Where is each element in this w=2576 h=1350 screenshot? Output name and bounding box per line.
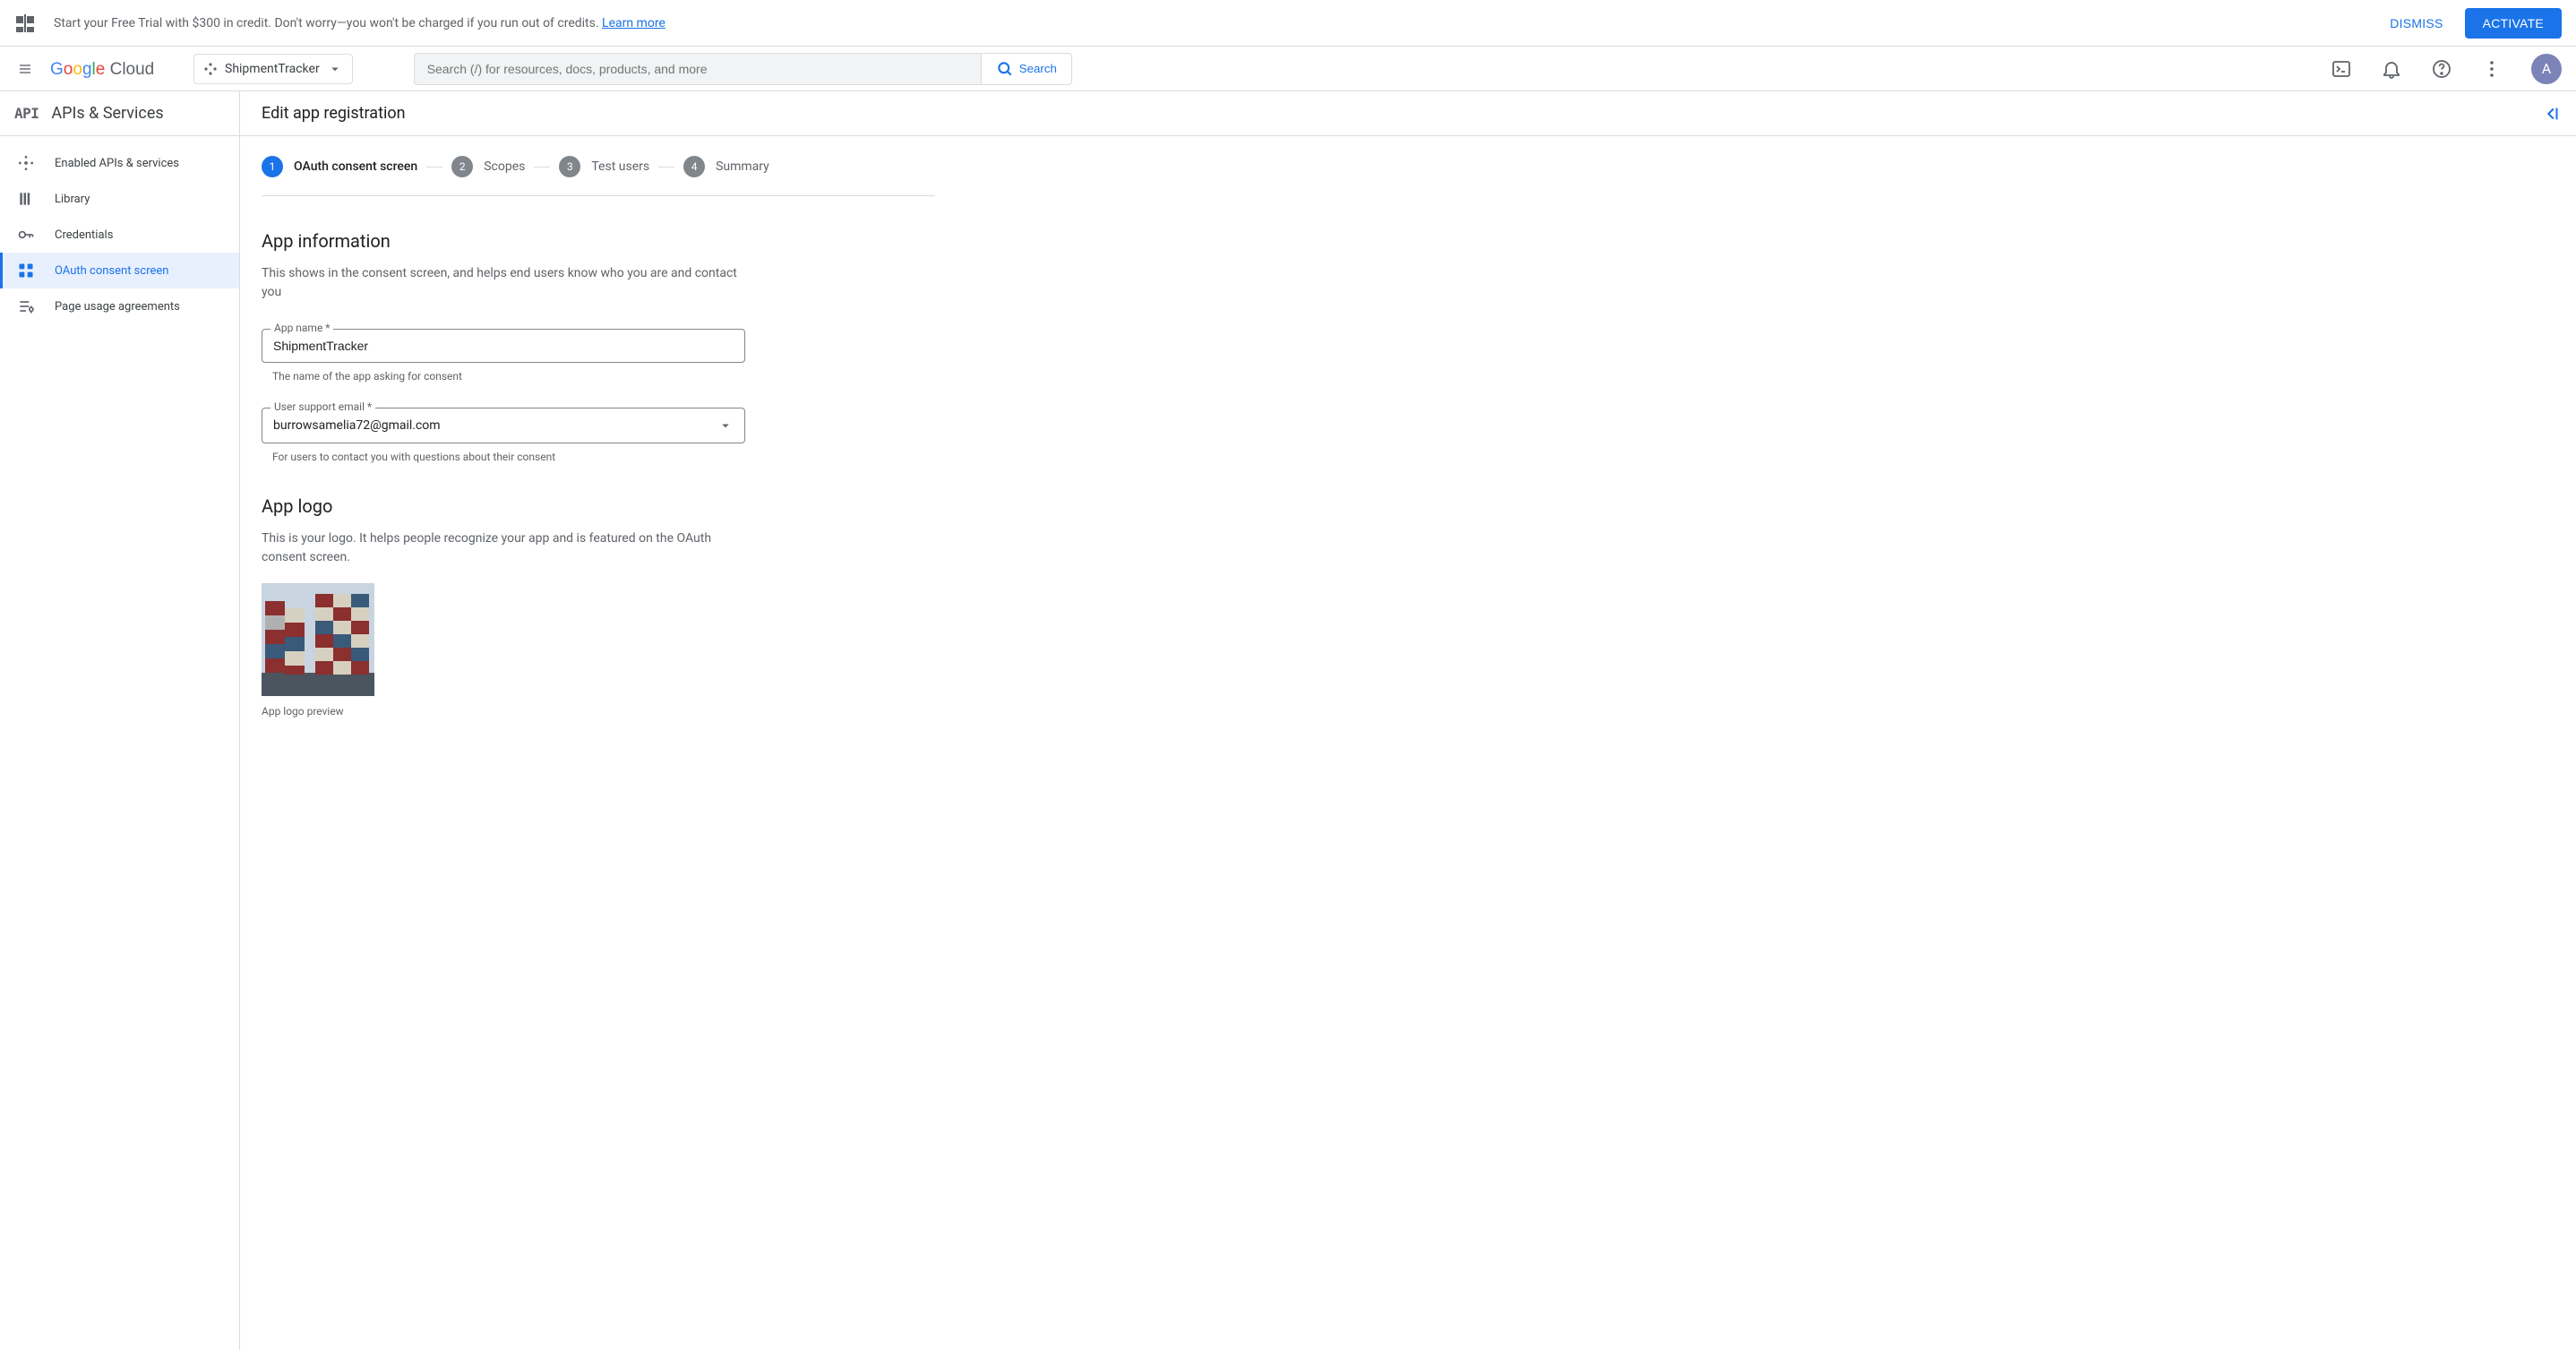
support-email-select[interactable]: burrowsamelia72@gmail.com — [262, 408, 745, 443]
app-information-section: App information This shows in the consen… — [262, 196, 935, 463]
sidebar-item-credentials[interactable]: Credentials — [0, 217, 239, 253]
enabled-apis-icon — [17, 154, 35, 172]
step-summary[interactable]: 4 Summary — [683, 156, 769, 177]
step-label: OAuth consent screen — [294, 159, 417, 174]
dropdown-caret-icon — [717, 417, 734, 434]
collapse-panel-icon[interactable] — [2542, 104, 2562, 124]
dismiss-button[interactable]: DISMISS — [2379, 9, 2453, 38]
step-number: 4 — [683, 156, 705, 177]
sidebar-item-label: OAuth consent screen — [55, 264, 168, 278]
menu-icon[interactable] — [14, 58, 36, 80]
app-information-heading: App information — [262, 230, 935, 252]
dropdown-caret-icon — [327, 61, 343, 77]
search-icon — [996, 60, 1014, 78]
sidebar-item-label: Enabled APIs & services — [55, 157, 179, 170]
main-header: Edit app registration — [240, 91, 2576, 136]
page-title: Edit app registration — [262, 104, 406, 123]
app-logo-section: App logo This is your logo. It helps peo… — [262, 488, 935, 718]
sidebar-item-enabled-apis[interactable]: Enabled APIs & services — [0, 145, 239, 181]
google-cloud-logo[interactable]: Google Cloud — [50, 58, 161, 80]
sidebar-item-label: Library — [55, 193, 90, 206]
banner-text: Start your Free Trial with $300 in credi… — [54, 16, 2379, 30]
more-icon[interactable] — [2481, 58, 2503, 80]
app-information-desc: This shows in the consent screen, and he… — [262, 264, 745, 302]
credentials-icon — [17, 226, 35, 244]
cloud-shell-icon[interactable] — [2331, 58, 2352, 80]
activate-button[interactable]: ACTIVATE — [2465, 8, 2562, 39]
help-icon[interactable] — [2431, 58, 2452, 80]
project-selector[interactable]: ShipmentTracker — [193, 54, 353, 84]
page-usage-icon — [17, 297, 35, 315]
stepper: 1 OAuth consent screen 2 Scopes 3 Test u… — [262, 136, 935, 196]
step-divider — [534, 167, 550, 168]
app-logo-desc: This is your logo. It helps people recog… — [262, 529, 745, 567]
app-name-label: App name * — [270, 322, 333, 334]
step-label: Test users — [591, 159, 649, 174]
support-email-field: User support email * burrowsamelia72@gma… — [262, 408, 745, 443]
step-label: Scopes — [484, 159, 525, 174]
avatar[interactable]: A — [2531, 54, 2562, 84]
trial-banner: Start your Free Trial with $300 in credi… — [0, 0, 2576, 47]
step-divider — [426, 167, 442, 168]
app-header: Google Cloud ShipmentTracker Search A — [0, 47, 2576, 91]
sidebar-item-library[interactable]: Library — [0, 181, 239, 217]
step-label: Summary — [716, 159, 769, 174]
search-input[interactable] — [427, 62, 968, 76]
app-name-input[interactable] — [262, 329, 745, 363]
banner-message: Start your Free Trial with $300 in credi… — [54, 16, 602, 30]
gift-icon — [14, 13, 36, 34]
learn-more-link[interactable]: Learn more — [602, 16, 665, 30]
library-icon — [17, 190, 35, 208]
api-logo: API — [14, 105, 39, 122]
step-oauth-consent[interactable]: 1 OAuth consent screen — [262, 156, 417, 177]
sidebar: API APIs & Services Enabled APIs & servi… — [0, 91, 240, 1350]
sidebar-item-page-usage[interactable]: Page usage agreements — [0, 288, 239, 324]
main-content: Edit app registration 1 OAuth consent sc… — [240, 91, 2576, 1350]
sidebar-item-label: Page usage agreements — [55, 300, 180, 314]
avatar-initial: A — [2542, 60, 2551, 77]
svg-text:Google Cloud: Google Cloud — [50, 60, 154, 79]
app-logo-heading: App logo — [262, 495, 935, 517]
sidebar-title: APIs & Services — [51, 104, 163, 123]
support-email-helper: For users to contact you with questions … — [272, 451, 935, 463]
search-button-label: Search — [1019, 62, 1057, 75]
project-name: ShipmentTracker — [225, 62, 320, 76]
project-icon — [203, 62, 218, 76]
step-scopes[interactable]: 2 Scopes — [451, 156, 525, 177]
step-number: 1 — [262, 156, 283, 177]
step-number: 2 — [451, 156, 473, 177]
app-logo-caption: App logo preview — [262, 705, 935, 718]
step-test-users[interactable]: 3 Test users — [559, 156, 649, 177]
app-name-helper: The name of the app asking for consent — [272, 370, 935, 383]
support-email-value: burrowsamelia72@gmail.com — [273, 418, 441, 433]
oauth-consent-icon — [17, 262, 35, 279]
app-name-field: App name * — [262, 329, 745, 363]
sidebar-header[interactable]: API APIs & Services — [0, 91, 239, 136]
notifications-icon[interactable] — [2381, 58, 2402, 80]
app-logo-preview-image — [262, 583, 374, 696]
search-button[interactable]: Search — [982, 53, 1072, 85]
support-email-label: User support email * — [270, 400, 375, 413]
step-number: 3 — [559, 156, 580, 177]
search-box[interactable] — [414, 53, 982, 85]
sidebar-item-oauth-consent[interactable]: OAuth consent screen — [0, 253, 239, 288]
step-divider — [658, 167, 674, 168]
search-container: Search — [414, 53, 1072, 85]
sidebar-item-label: Credentials — [55, 228, 113, 242]
